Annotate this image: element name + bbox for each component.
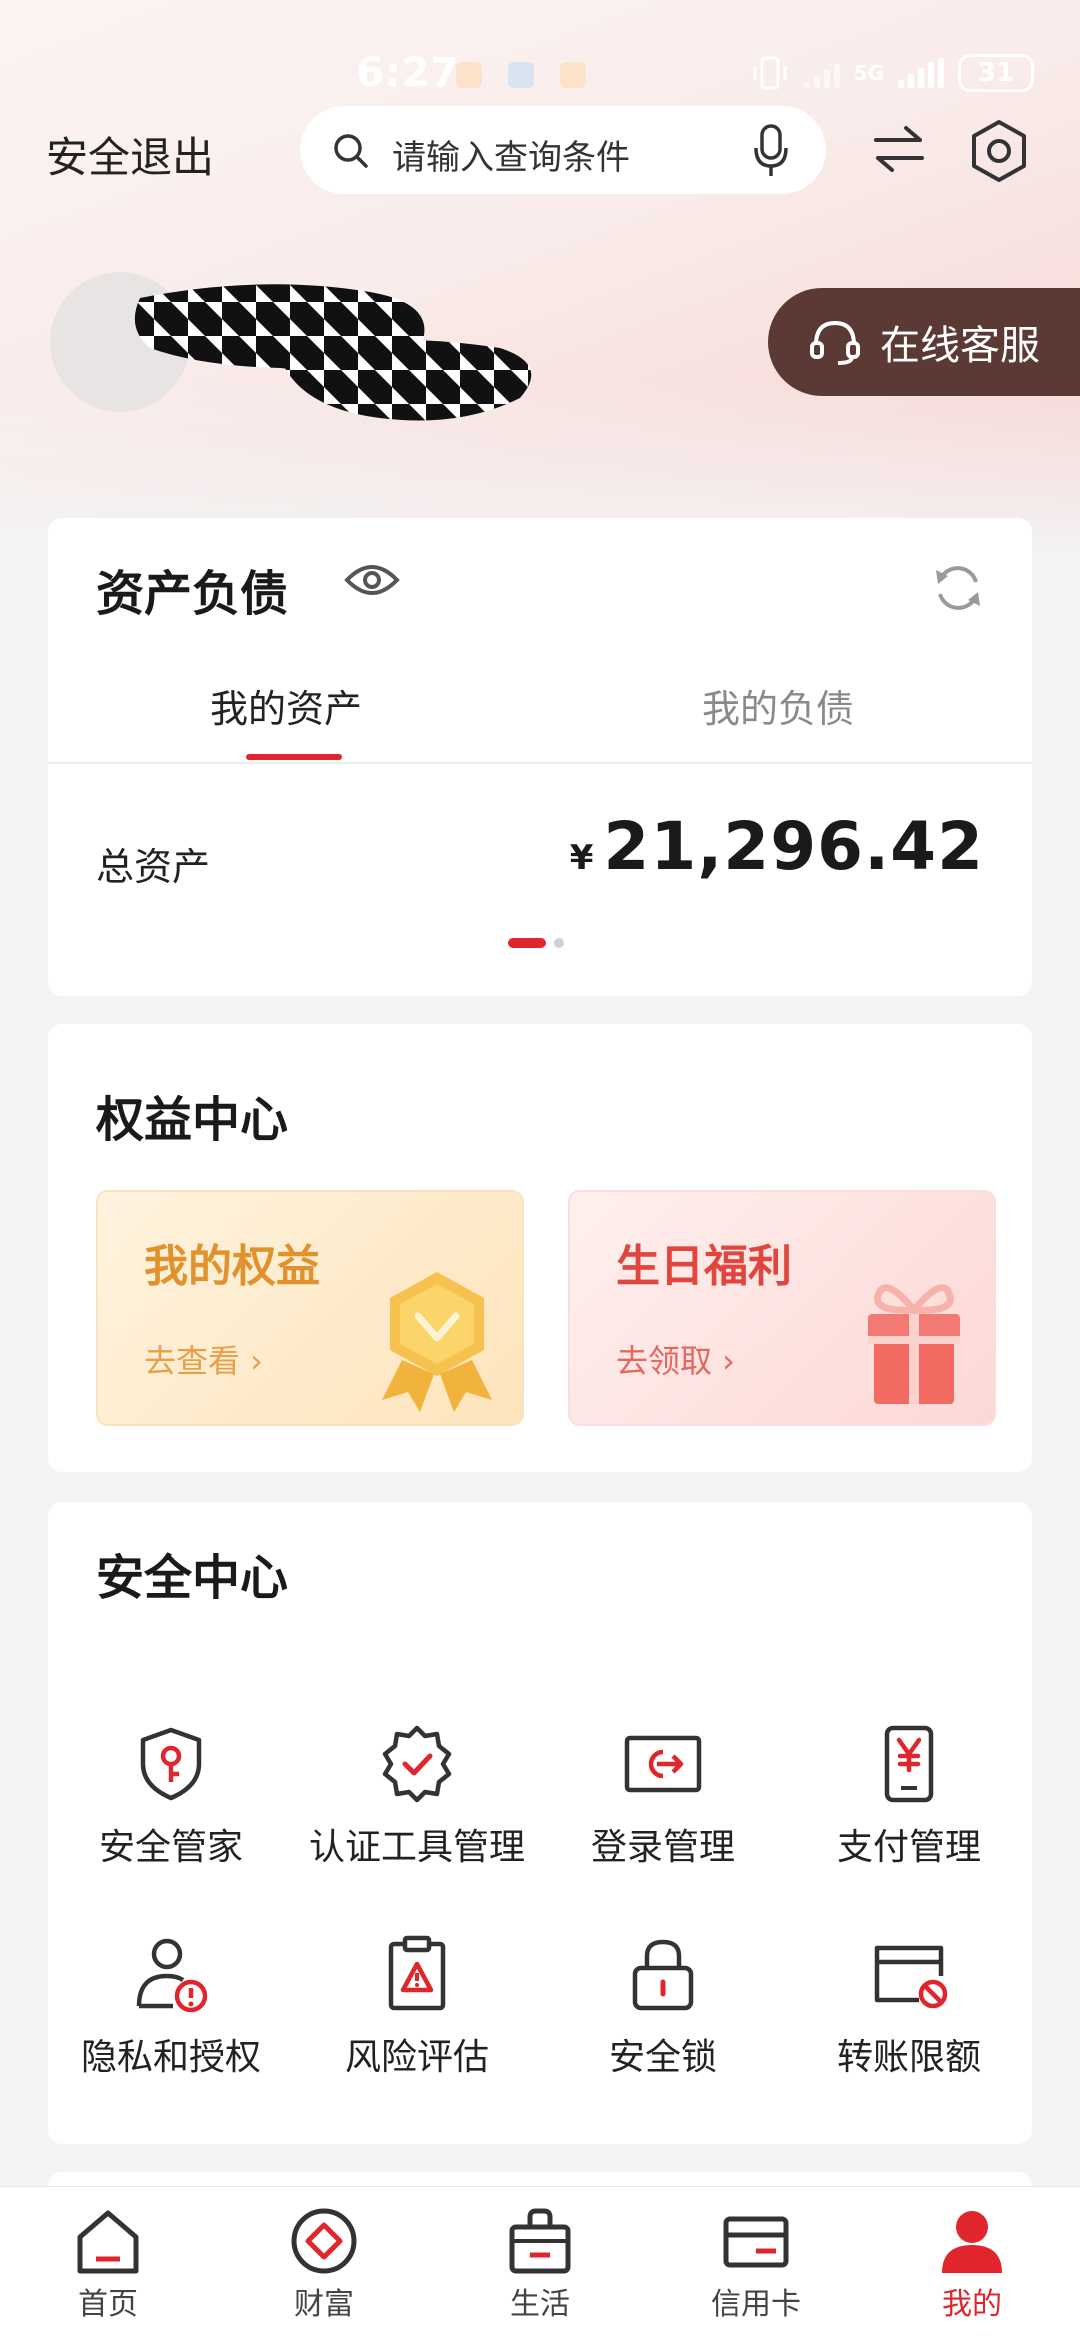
my-benefits-link[interactable]: 去查看 › <box>144 1336 263 1382</box>
wealth-icon <box>291 2208 357 2274</box>
search-icon <box>334 134 368 168</box>
birthday-benefit-title: 生日福利 <box>616 1241 792 1292</box>
home-icon <box>77 2210 139 2274</box>
vibrate-icon <box>753 56 787 90</box>
nav-label: 信用卡 <box>711 2287 801 2322</box>
login-screen-icon <box>624 1735 702 1793</box>
search-bar[interactable]: 请输入查询条件 <box>300 106 826 194</box>
benefits-title: 权益中心 <box>96 1092 289 1148</box>
pagination-dots <box>508 938 564 948</box>
lock-icon <box>632 1939 694 2011</box>
nav-mine[interactable]: 我的 <box>864 2205 1080 2323</box>
pagination-dot <box>554 938 564 948</box>
status-bar: 6:27 5G 31 <box>0 0 1080 100</box>
nav-credit-card[interactable]: 信用卡 <box>648 2205 864 2323</box>
nav-life[interactable]: 生活 <box>432 2205 648 2323</box>
badge-check-icon <box>382 1725 452 1803</box>
search-input[interactable]: 请输入查询条件 <box>392 130 630 179</box>
nav-label: 首页 <box>78 2287 138 2322</box>
battery-level: 31 <box>977 58 1015 88</box>
top-header: 安全退出 请输入查询条件 <box>0 100 1080 200</box>
notification-app-icon <box>508 62 534 88</box>
online-service-button[interactable]: 在线客服 <box>768 288 1080 396</box>
tab-divider <box>48 762 1032 764</box>
security-item-butler[interactable]: 安全管家 <box>48 1724 294 1870</box>
redacted-username <box>134 284 532 421</box>
security-item-label: 支付管理 <box>836 1827 981 1868</box>
assets-liabilities-card: 资产负债 我的资产 我的负债 总资产 ¥ 21,296.42 <box>48 518 1032 996</box>
security-item-auth-tools[interactable]: 认证工具管理 <box>294 1724 540 1870</box>
my-benefits-tile[interactable]: 我的权益 去查看 › <box>96 1190 524 1426</box>
total-assets-label: 总资产 <box>96 845 211 889</box>
microphone-icon[interactable] <box>752 124 790 178</box>
security-item-label: 登录管理 <box>590 1827 735 1868</box>
shopping-bag-icon <box>509 2208 571 2274</box>
notification-app-icon <box>456 62 482 88</box>
nav-label: 生活 <box>510 2287 570 2322</box>
status-icons: 5G 31 <box>750 54 1034 92</box>
settings-hexagon-icon[interactable] <box>966 118 1032 184</box>
bottom-navigation: 首页 财富 生活 信用卡 我的 <box>0 2186 1080 2340</box>
credit-card-icon <box>723 2216 789 2268</box>
security-center-card: 安全中心 安全管家 认证工具管理 登录管理 支付管理 隐私和授权 风险评估 安全… <box>48 1502 1032 2144</box>
total-assets-amount: 21,296.42 <box>603 808 984 885</box>
pagination-dot-active <box>508 938 546 948</box>
phone-yen-icon <box>884 1725 934 1803</box>
security-item-label: 隐私和授权 <box>80 2037 261 2078</box>
security-item-label: 风险评估 <box>344 2037 489 2078</box>
benefits-center-card: 权益中心 我的权益 去查看 › 生日福利 去领取 › <box>48 1024 1032 1472</box>
status-time: 6:27 <box>356 50 460 96</box>
nav-wealth[interactable]: 财富 <box>216 2205 432 2323</box>
gift-box-icon <box>868 1284 960 1404</box>
nav-home[interactable]: 首页 <box>0 2205 216 2323</box>
security-item-label: 认证工具管理 <box>308 1827 525 1868</box>
refresh-icon[interactable] <box>932 562 984 614</box>
switch-arrows-icon[interactable] <box>872 124 926 174</box>
signal-icon <box>803 58 840 88</box>
birthday-benefit-tile[interactable]: 生日福利 去领取 › <box>568 1190 996 1426</box>
my-benefits-title: 我的权益 <box>144 1241 320 1292</box>
security-item-payment[interactable]: 支付管理 <box>786 1724 1032 1870</box>
security-item-label: 安全锁 <box>608 2037 717 2078</box>
security-title: 安全中心 <box>96 1550 289 1606</box>
security-item-transfer-limit[interactable]: 转账限额 <box>786 1934 1032 2080</box>
nav-label: 我的 <box>942 2287 1002 2322</box>
user-icon <box>942 2211 1002 2273</box>
assets-title: 资产负债 <box>96 566 289 622</box>
user-alert-icon <box>136 1938 208 2013</box>
currency-symbol: ¥ <box>569 838 594 878</box>
clipboard-warning-icon <box>388 1935 446 2011</box>
battery-indicator: 31 <box>958 54 1034 92</box>
medal-badge-icon <box>382 1272 492 1412</box>
logout-button[interactable]: 安全退出 <box>46 124 214 185</box>
security-item-login[interactable]: 登录管理 <box>540 1724 786 1870</box>
nav-label: 财富 <box>294 2287 354 2322</box>
tab-active-indicator <box>246 754 342 760</box>
security-item-lock[interactable]: 安全锁 <box>540 1934 786 2080</box>
headset-icon <box>810 320 860 365</box>
total-assets-value[interactable]: ¥ 21,296.42 <box>570 808 984 885</box>
tab-my-assets[interactable]: 我的资产 <box>210 678 362 733</box>
security-item-label: 安全管家 <box>98 1827 243 1868</box>
notification-app-icon <box>560 62 586 88</box>
card-forbidden-icon <box>874 1945 948 2009</box>
birthday-benefit-link[interactable]: 去领取 › <box>616 1336 735 1382</box>
shield-key-icon <box>140 1727 202 1801</box>
tab-my-liabilities[interactable]: 我的负债 <box>702 678 854 733</box>
network-type: 5G <box>853 61 884 85</box>
signal-5g-icon <box>898 58 944 88</box>
online-service-label: 在线客服 <box>880 323 1040 369</box>
security-item-label: 转账限额 <box>836 2037 981 2078</box>
eye-icon[interactable] <box>344 560 400 600</box>
security-item-privacy[interactable]: 隐私和授权 <box>48 1934 294 2080</box>
security-item-risk[interactable]: 风险评估 <box>294 1934 540 2080</box>
